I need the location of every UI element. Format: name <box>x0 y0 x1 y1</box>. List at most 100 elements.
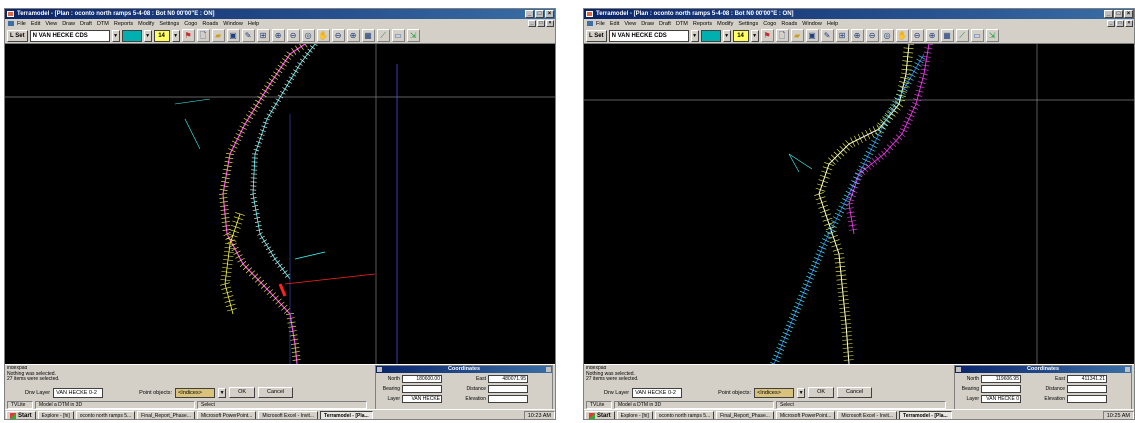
layer-color-swatch[interactable] <box>121 29 142 42</box>
zoom-in-icon[interactable]: ⊕ <box>271 29 285 42</box>
color-dropdown-icon[interactable]: ▼ <box>143 29 152 42</box>
menu-settings[interactable]: Settings <box>738 21 758 27</box>
coordinates-menu-icon[interactable] <box>956 367 961 372</box>
coordinates-menu-icon[interactable] <box>377 367 382 372</box>
profile-icon[interactable]: ⟋ <box>376 29 390 42</box>
layer-select[interactable]: N VAN HECKE CDS <box>29 29 110 42</box>
menu-edit[interactable]: Edit <box>610 21 619 27</box>
ok-button[interactable]: OK <box>229 387 256 398</box>
export-icon[interactable]: ⇲ <box>985 29 999 42</box>
coordinates-close-icon[interactable] <box>1125 367 1130 372</box>
open-folder-icon[interactable]: ▰ <box>211 29 225 42</box>
point-objects-dropdown-icon[interactable]: ▼ <box>797 387 806 398</box>
menu-roads[interactable]: Roads <box>781 21 797 27</box>
monitor-icon[interactable]: ▭ <box>970 29 984 42</box>
zoom-all-icon[interactable]: ⊕ <box>346 29 360 42</box>
menu-edit[interactable]: Edit <box>31 21 40 27</box>
flag-icon[interactable]: ⚑ <box>760 29 774 42</box>
draw-layer-select[interactable]: VAN HECKE 0-2 <box>632 387 683 398</box>
menu-dtm[interactable]: DTM <box>676 21 688 27</box>
taskbar-item[interactable]: Microsoft PowerPoint... <box>775 410 836 419</box>
minimize-button[interactable]: _ <box>1104 10 1113 18</box>
width-dropdown-icon[interactable]: ▼ <box>171 29 180 42</box>
menu-file[interactable]: File <box>596 21 605 27</box>
menu-draw[interactable]: Draw <box>641 21 654 27</box>
taskbar-item[interactable]: Microsoft Excel - Invit... <box>258 410 319 419</box>
doc-restore-button[interactable]: □ <box>537 20 545 27</box>
menu-roads[interactable]: Roads <box>202 21 218 27</box>
monitor-icon[interactable]: ▭ <box>391 29 405 42</box>
menu-modify[interactable]: Modify <box>138 21 154 27</box>
profile-icon[interactable]: ⟋ <box>955 29 969 42</box>
layer-set-button[interactable]: L Set <box>7 29 28 42</box>
start-button[interactable]: Start <box>585 410 615 419</box>
menu-cogo[interactable]: Cogo <box>184 21 197 27</box>
zoom-all-icon[interactable]: ⊕ <box>925 29 939 42</box>
open-folder-icon[interactable]: ▰ <box>790 29 804 42</box>
taskbar-item[interactable]: Final_Report_Phase... <box>716 410 774 419</box>
start-button[interactable]: Start <box>6 410 36 419</box>
plan-view-canvas[interactable] <box>584 44 1134 364</box>
menu-draw[interactable]: Draw <box>62 21 75 27</box>
line-width-select[interactable]: 14 <box>732 29 749 42</box>
menu-window[interactable]: Window <box>223 21 243 27</box>
plan-view-canvas[interactable] <box>5 44 555 364</box>
menu-help[interactable]: Help <box>248 21 259 27</box>
zoom-out-icon[interactable]: ⊖ <box>865 29 879 42</box>
window-titlebar[interactable]: Terramodel - [Plan : oconto north ramps … <box>5 9 555 19</box>
doc-close-button[interactable]: × <box>546 20 554 27</box>
point-objects-dropdown-icon[interactable]: ▼ <box>218 387 227 398</box>
zoom-window-icon[interactable]: ⊞ <box>835 29 849 42</box>
menu-cogo[interactable]: Cogo <box>763 21 776 27</box>
taskbar-item[interactable]: Explore - [hi] <box>616 410 653 419</box>
layer-select[interactable]: N VAN HECKE CDS <box>608 29 689 42</box>
new-file-icon[interactable]: 🗋 <box>196 29 210 42</box>
new-file-icon[interactable]: 🗋 <box>775 29 789 42</box>
layer-set-button[interactable]: L Set <box>586 29 607 42</box>
point-objects-select[interactable]: <Indices> <box>754 387 795 398</box>
doc-minimize-button[interactable]: _ <box>1107 20 1115 27</box>
point-objects-select[interactable]: <Indices> <box>175 387 216 398</box>
window-titlebar[interactable]: Terramodel - [Plan : oconto north ramps … <box>584 9 1134 19</box>
flag-icon[interactable]: ⚑ <box>181 29 195 42</box>
taskbar-item[interactable]: Explore - [hi] <box>37 410 74 419</box>
zoom-window-icon[interactable]: ⊞ <box>256 29 270 42</box>
menu-reports[interactable]: Reports <box>114 21 133 27</box>
taskbar-item[interactable]: oconto north ramps 5... <box>654 410 715 419</box>
cancel-button[interactable]: Cancel <box>837 387 873 398</box>
layer-dropdown-icon[interactable]: ▼ <box>111 29 120 42</box>
line-width-select[interactable]: 14 <box>153 29 170 42</box>
zoom-extents-icon[interactable]: ◎ <box>301 29 315 42</box>
zoom-in-icon[interactable]: ⊕ <box>850 29 864 42</box>
taskbar-item[interactable]: Final_Report_Phase... <box>137 410 195 419</box>
width-dropdown-icon[interactable]: ▼ <box>750 29 759 42</box>
save-icon[interactable]: ▣ <box>226 29 240 42</box>
maximize-button[interactable]: □ <box>1114 10 1123 18</box>
taskbar-item-active[interactable]: Terramodel - [Pla... <box>899 410 952 419</box>
doc-restore-button[interactable]: □ <box>1116 20 1124 27</box>
doc-close-button[interactable]: × <box>1125 20 1133 27</box>
menu-help[interactable]: Help <box>827 21 838 27</box>
color-dropdown-icon[interactable]: ▼ <box>722 29 731 42</box>
coordinates-close-icon[interactable] <box>546 367 551 372</box>
zoom-previous-icon[interactable]: ⊖ <box>331 29 345 42</box>
maximize-button[interactable]: □ <box>535 10 544 18</box>
menu-file[interactable]: File <box>17 21 26 27</box>
coordinates-title[interactable]: Coordinates <box>376 366 552 373</box>
export-icon[interactable]: ⇲ <box>406 29 420 42</box>
redraw-icon[interactable]: ▦ <box>940 29 954 42</box>
layer-dropdown-icon[interactable]: ▼ <box>690 29 699 42</box>
menu-window[interactable]: Window <box>802 21 822 27</box>
draw-layer-select[interactable]: VAN HECKE 0-2 <box>53 387 104 398</box>
taskbar-item-active[interactable]: Terramodel - [Pla... <box>320 410 373 419</box>
menu-settings[interactable]: Settings <box>159 21 179 27</box>
zoom-extents-icon[interactable]: ◎ <box>880 29 894 42</box>
menu-modify[interactable]: Modify <box>717 21 733 27</box>
menu-view[interactable]: View <box>45 21 57 27</box>
layer-color-swatch[interactable] <box>700 29 721 42</box>
close-button[interactable]: × <box>1124 10 1133 18</box>
taskbar-item[interactable]: oconto north ramps 5... <box>75 410 136 419</box>
menu-dtm[interactable]: DTM <box>97 21 109 27</box>
redraw-icon[interactable]: ▦ <box>361 29 375 42</box>
save-icon[interactable]: ▣ <box>805 29 819 42</box>
